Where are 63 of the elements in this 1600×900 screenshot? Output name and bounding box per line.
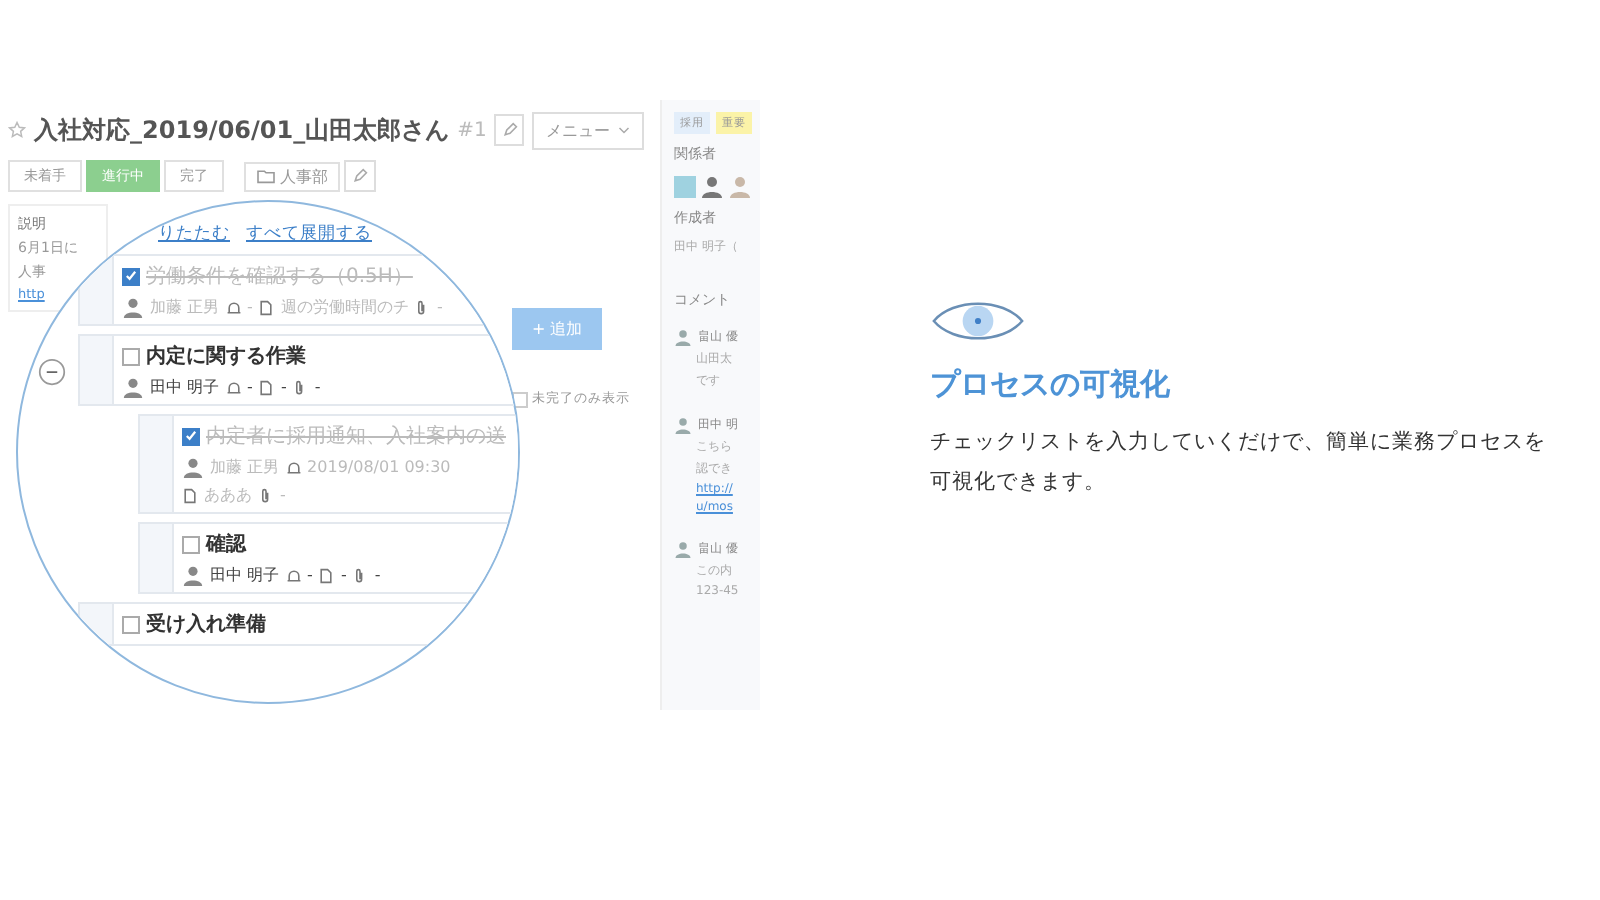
avatar-icon <box>182 564 204 586</box>
meta-value: - <box>247 378 253 396</box>
checklist-subitem[interactable]: 内定者に採用通知、入社案内の送 加藤 正男 2019/08/01 09:30 あああ - <box>138 414 518 514</box>
meta-value: - <box>436 298 443 316</box>
feature-description: チェックリストを入力していくだけで、簡単に業務プロセスを可視化できます。 <box>930 428 1548 498</box>
meta-value: 週の労働時間のチ <box>280 296 409 318</box>
avatar-icon <box>674 328 692 346</box>
document-icon <box>258 299 275 315</box>
checkbox[interactable] <box>122 267 140 285</box>
collapse-icon[interactable] <box>38 358 66 386</box>
assignee-name: 加藤 正男 <box>210 456 280 478</box>
star-icon[interactable] <box>8 120 27 140</box>
pencil-icon <box>501 122 518 138</box>
avatar-icon <box>674 540 692 558</box>
member-avatar-icon[interactable] <box>728 174 752 198</box>
meta-value: 2019/08/01 09:30 <box>307 458 451 476</box>
item-title: 内定に関する作業 <box>146 342 306 370</box>
bell-icon <box>225 299 242 315</box>
meta-value: あああ <box>204 484 252 506</box>
checkbox[interactable] <box>122 615 140 633</box>
avatar-icon <box>122 296 144 318</box>
document-icon <box>318 567 335 583</box>
assignee-name: 田中 明子 <box>210 564 280 586</box>
item-title: 確認 <box>206 531 246 558</box>
checklist-item[interactable]: 内定に関する作業 田中 明子 - - - <box>78 334 518 406</box>
checklist-number: #1 <box>457 119 487 141</box>
assignee-name: 加藤 正男 <box>150 296 220 318</box>
add-button[interactable]: + 追加 <box>512 308 603 350</box>
checklist-title: 入社対応_2019/06/01_山田太郎さん <box>34 113 450 147</box>
avatar-icon <box>122 376 144 398</box>
folder-icon <box>256 168 276 184</box>
edit-button[interactable] <box>344 160 376 192</box>
meta-value: - <box>340 566 347 584</box>
caret-icon <box>618 125 630 135</box>
checkbox[interactable] <box>182 427 200 445</box>
member-avatar-icon[interactable] <box>700 174 724 198</box>
toolbar-link[interactable]: りたたむ <box>158 222 230 246</box>
folder-button[interactable]: 人事部 <box>244 161 340 191</box>
meta-value: - <box>314 378 321 396</box>
item-title: 受け入れ準備 <box>146 611 266 638</box>
item-title: 労働条件を確認する（0.5H） <box>146 263 413 290</box>
toolbar-link[interactable]: すべて展開する <box>246 222 372 246</box>
meta-value: - <box>374 566 381 584</box>
document-icon <box>258 379 275 395</box>
menu-dropdown[interactable]: メニュー <box>532 111 644 149</box>
avatar-icon <box>674 416 692 434</box>
checkbox[interactable] <box>182 535 200 553</box>
feature-title: プロセスの可視化 <box>930 366 1170 404</box>
meta-value: - <box>247 298 253 316</box>
meta-value: - <box>280 378 287 396</box>
pencil-icon <box>352 168 368 184</box>
meta-value: - <box>307 566 313 584</box>
item-title: 内定者に採用通知、入社案内の送 <box>206 423 506 450</box>
bell-icon <box>285 459 302 475</box>
edit-button[interactable] <box>494 114 524 146</box>
paperclip-icon <box>258 487 274 503</box>
avatar-icon <box>182 456 204 478</box>
bell-icon <box>225 379 242 395</box>
document-icon <box>182 487 198 503</box>
assignee-name: 田中 明子 <box>150 376 220 398</box>
meta-value: - <box>280 486 286 504</box>
bell-icon <box>285 567 302 583</box>
checkbox[interactable] <box>122 347 140 365</box>
